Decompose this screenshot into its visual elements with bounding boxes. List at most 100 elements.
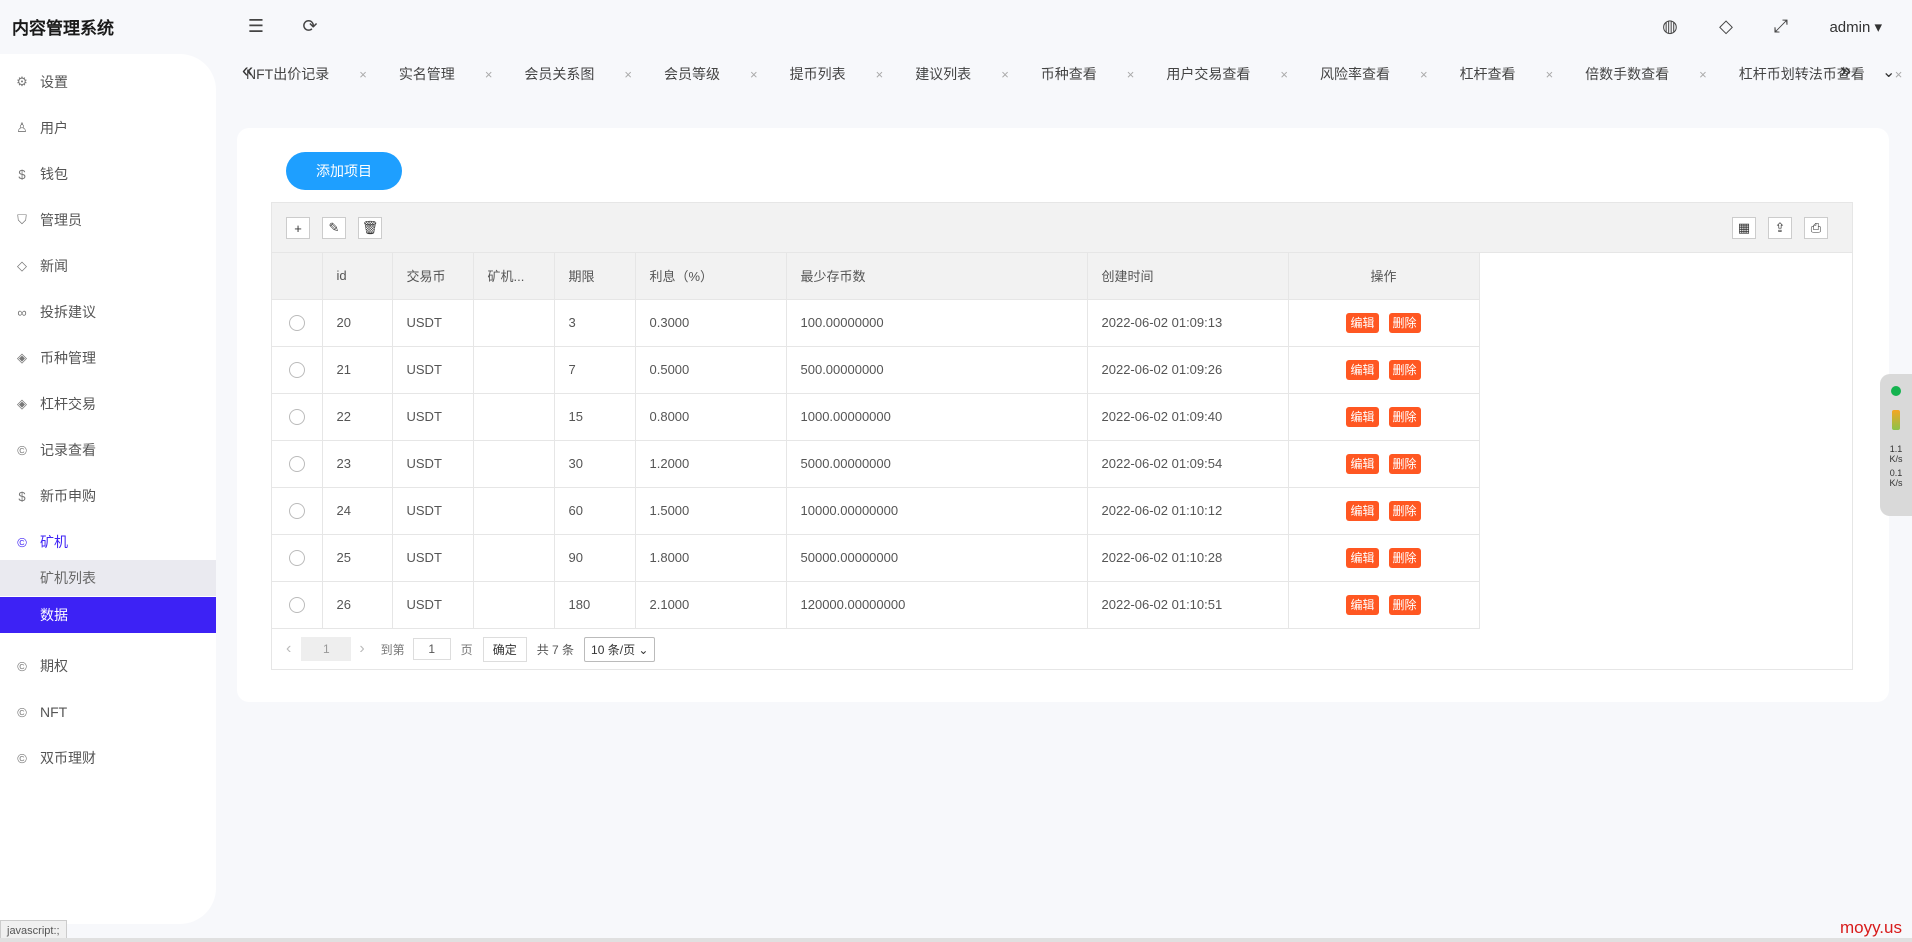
tab-close-icon[interactable]: × bbox=[750, 67, 758, 82]
sidebar-item[interactable]: ♙ 用户 bbox=[0, 108, 216, 148]
user-menu[interactable]: admin ▾ bbox=[1829, 18, 1882, 36]
tag-icon[interactable]: ◇ bbox=[1714, 16, 1738, 37]
tab-close-icon[interactable]: × bbox=[1420, 67, 1428, 82]
tab-close-icon[interactable]: × bbox=[1127, 67, 1135, 82]
add-icon[interactable]: + bbox=[286, 217, 310, 239]
tab-close-icon[interactable]: × bbox=[1280, 67, 1288, 82]
sidebar-item[interactable]: © 记录查看 bbox=[0, 430, 216, 470]
goto-page-input[interactable] bbox=[412, 638, 451, 660]
network-speed-widget[interactable]: 1.1 K/s 0.1 K/s bbox=[1880, 374, 1912, 516]
delete-button[interactable]: 删除 bbox=[1388, 547, 1421, 568]
cell-coin: USDT bbox=[392, 581, 474, 629]
delete-button[interactable]: 删除 bbox=[1388, 359, 1421, 380]
column-header[interactable]: 创建时间 bbox=[1087, 253, 1289, 300]
sidebar-item[interactable]: © 期权 bbox=[0, 646, 216, 686]
tab-close-icon[interactable]: × bbox=[1895, 67, 1903, 82]
sidebar-item[interactable]: ⛉ 管理员 bbox=[0, 200, 216, 240]
tabs-dropdown-icon[interactable]: ⌄ bbox=[1882, 62, 1895, 82]
add-item-button[interactable]: 添加项目 bbox=[286, 152, 402, 190]
fullscreen-icon[interactable]: ⤢ bbox=[1769, 16, 1793, 37]
edit-button[interactable]: 编辑 bbox=[1346, 312, 1379, 333]
column-header: 操作 bbox=[1288, 253, 1480, 300]
print-icon[interactable]: ⎙ bbox=[1804, 217, 1828, 239]
column-header[interactable]: 交易币 bbox=[392, 253, 474, 300]
refresh-icon[interactable]: ⟳ bbox=[298, 16, 322, 37]
tab[interactable]: 提币列表 × bbox=[774, 58, 900, 90]
delete-button[interactable]: 删除 bbox=[1388, 453, 1421, 474]
per-page-select[interactable]: 10 条/页 ⌄ bbox=[584, 636, 656, 662]
sidebar-item[interactable]: ⚙ 设置 bbox=[0, 62, 216, 102]
tab-close-icon[interactable]: × bbox=[485, 67, 493, 82]
tab[interactable]: 会员等级 × bbox=[648, 58, 774, 90]
edit-icon[interactable]: ✎ bbox=[322, 217, 346, 239]
sidebar-item[interactable]: ∞ 投拆建议 bbox=[0, 292, 216, 332]
column-header[interactable]: 最少存币数 bbox=[786, 253, 1088, 300]
palette-icon[interactable]: ◍ bbox=[1658, 16, 1682, 37]
columns-icon[interactable]: ▦ bbox=[1732, 217, 1756, 239]
edit-button[interactable]: 编辑 bbox=[1346, 500, 1379, 521]
next-page-icon[interactable]: › bbox=[359, 640, 364, 658]
speed-meter-icon bbox=[1892, 410, 1900, 430]
tab-close-icon[interactable]: × bbox=[1699, 67, 1707, 82]
delete-button[interactable]: 删除 bbox=[1388, 594, 1421, 615]
row-radio[interactable] bbox=[288, 314, 305, 331]
row-radio[interactable] bbox=[288, 596, 305, 613]
tab[interactable]: 用户交易查看 × bbox=[1150, 58, 1304, 90]
cell-min: 10000.00000000 bbox=[786, 487, 1088, 535]
tab[interactable]: 倍数手数查看 × bbox=[1569, 58, 1723, 90]
sidebar-item[interactable]: © NFT bbox=[0, 692, 216, 732]
trash-icon[interactable]: 🗑 bbox=[358, 217, 382, 239]
cell-machine bbox=[473, 346, 555, 394]
sidebar-item[interactable]: $ 钱包 bbox=[0, 154, 216, 194]
current-page[interactable]: 1 bbox=[301, 637, 352, 661]
column-header[interactable]: 利息（%） bbox=[635, 253, 787, 300]
export-icon[interactable]: ⇪ bbox=[1768, 217, 1792, 239]
tab[interactable]: 实名管理 × bbox=[383, 58, 509, 90]
row-radio[interactable] bbox=[288, 549, 305, 566]
cell-interest: 0.8000 bbox=[635, 393, 787, 441]
confirm-button[interactable]: 确定 bbox=[482, 636, 527, 662]
tab[interactable]: 杠杆查看 × bbox=[1444, 58, 1570, 90]
edit-button[interactable]: 编辑 bbox=[1346, 406, 1379, 427]
row-radio[interactable] bbox=[288, 455, 305, 472]
sidebar-item[interactable]: $ 新币申购 bbox=[0, 476, 216, 516]
tab-close-icon[interactable]: × bbox=[359, 67, 367, 82]
sidebar-item[interactable]: ◇ 新闻 bbox=[0, 246, 216, 286]
sidebar-item[interactable]: ◈ 杠杆交易 bbox=[0, 384, 216, 424]
sidebar-subitem[interactable]: 数据 bbox=[0, 597, 216, 633]
edit-button[interactable]: 编辑 bbox=[1346, 547, 1379, 568]
row-radio[interactable] bbox=[288, 502, 305, 519]
tab[interactable]: NFT出价记录 × bbox=[230, 58, 383, 90]
edit-button[interactable]: 编辑 bbox=[1346, 359, 1379, 380]
tab[interactable]: 会员关系图 × bbox=[508, 58, 648, 90]
select-column-header bbox=[272, 253, 323, 300]
edit-button[interactable]: 编辑 bbox=[1346, 453, 1379, 474]
cell-machine bbox=[473, 299, 555, 347]
delete-button[interactable]: 删除 bbox=[1388, 500, 1421, 521]
delete-button[interactable]: 删除 bbox=[1388, 312, 1421, 333]
tabs-next-icon[interactable]: » bbox=[1840, 60, 1851, 83]
sidebar-item[interactable]: ◈ 币种管理 bbox=[0, 338, 216, 378]
tab-close-icon[interactable]: × bbox=[624, 67, 632, 82]
tab[interactable]: 建议列表 × bbox=[899, 58, 1025, 90]
row-radio[interactable] bbox=[288, 361, 305, 378]
tab[interactable]: 币种查看 × bbox=[1025, 58, 1151, 90]
column-header[interactable]: id bbox=[322, 253, 393, 300]
tab-close-icon[interactable]: × bbox=[876, 67, 884, 82]
row-select-cell bbox=[272, 487, 323, 535]
tab-close-icon[interactable]: × bbox=[1546, 67, 1554, 82]
tab-label: 会员等级 bbox=[664, 66, 720, 82]
tab-close-icon[interactable]: × bbox=[1001, 67, 1009, 82]
menu-toggle-icon[interactable]: ☰ bbox=[244, 16, 268, 37]
sidebar-item-label: 期权 bbox=[40, 658, 68, 674]
column-header[interactable]: 期限 bbox=[554, 253, 636, 300]
sidebar-subitem[interactable]: 矿机列表 bbox=[0, 560, 216, 596]
column-header[interactable]: 矿机... bbox=[473, 253, 555, 300]
row-radio[interactable] bbox=[288, 408, 305, 425]
sidebar-item[interactable]: © 双币理财 bbox=[0, 738, 216, 778]
sidebar-item[interactable]: © 矿机 bbox=[0, 522, 216, 562]
edit-button[interactable]: 编辑 bbox=[1346, 594, 1379, 615]
delete-button[interactable]: 删除 bbox=[1388, 406, 1421, 427]
prev-page-icon[interactable]: ‹ bbox=[286, 640, 291, 658]
tab[interactable]: 风险率查看 × bbox=[1304, 58, 1444, 90]
